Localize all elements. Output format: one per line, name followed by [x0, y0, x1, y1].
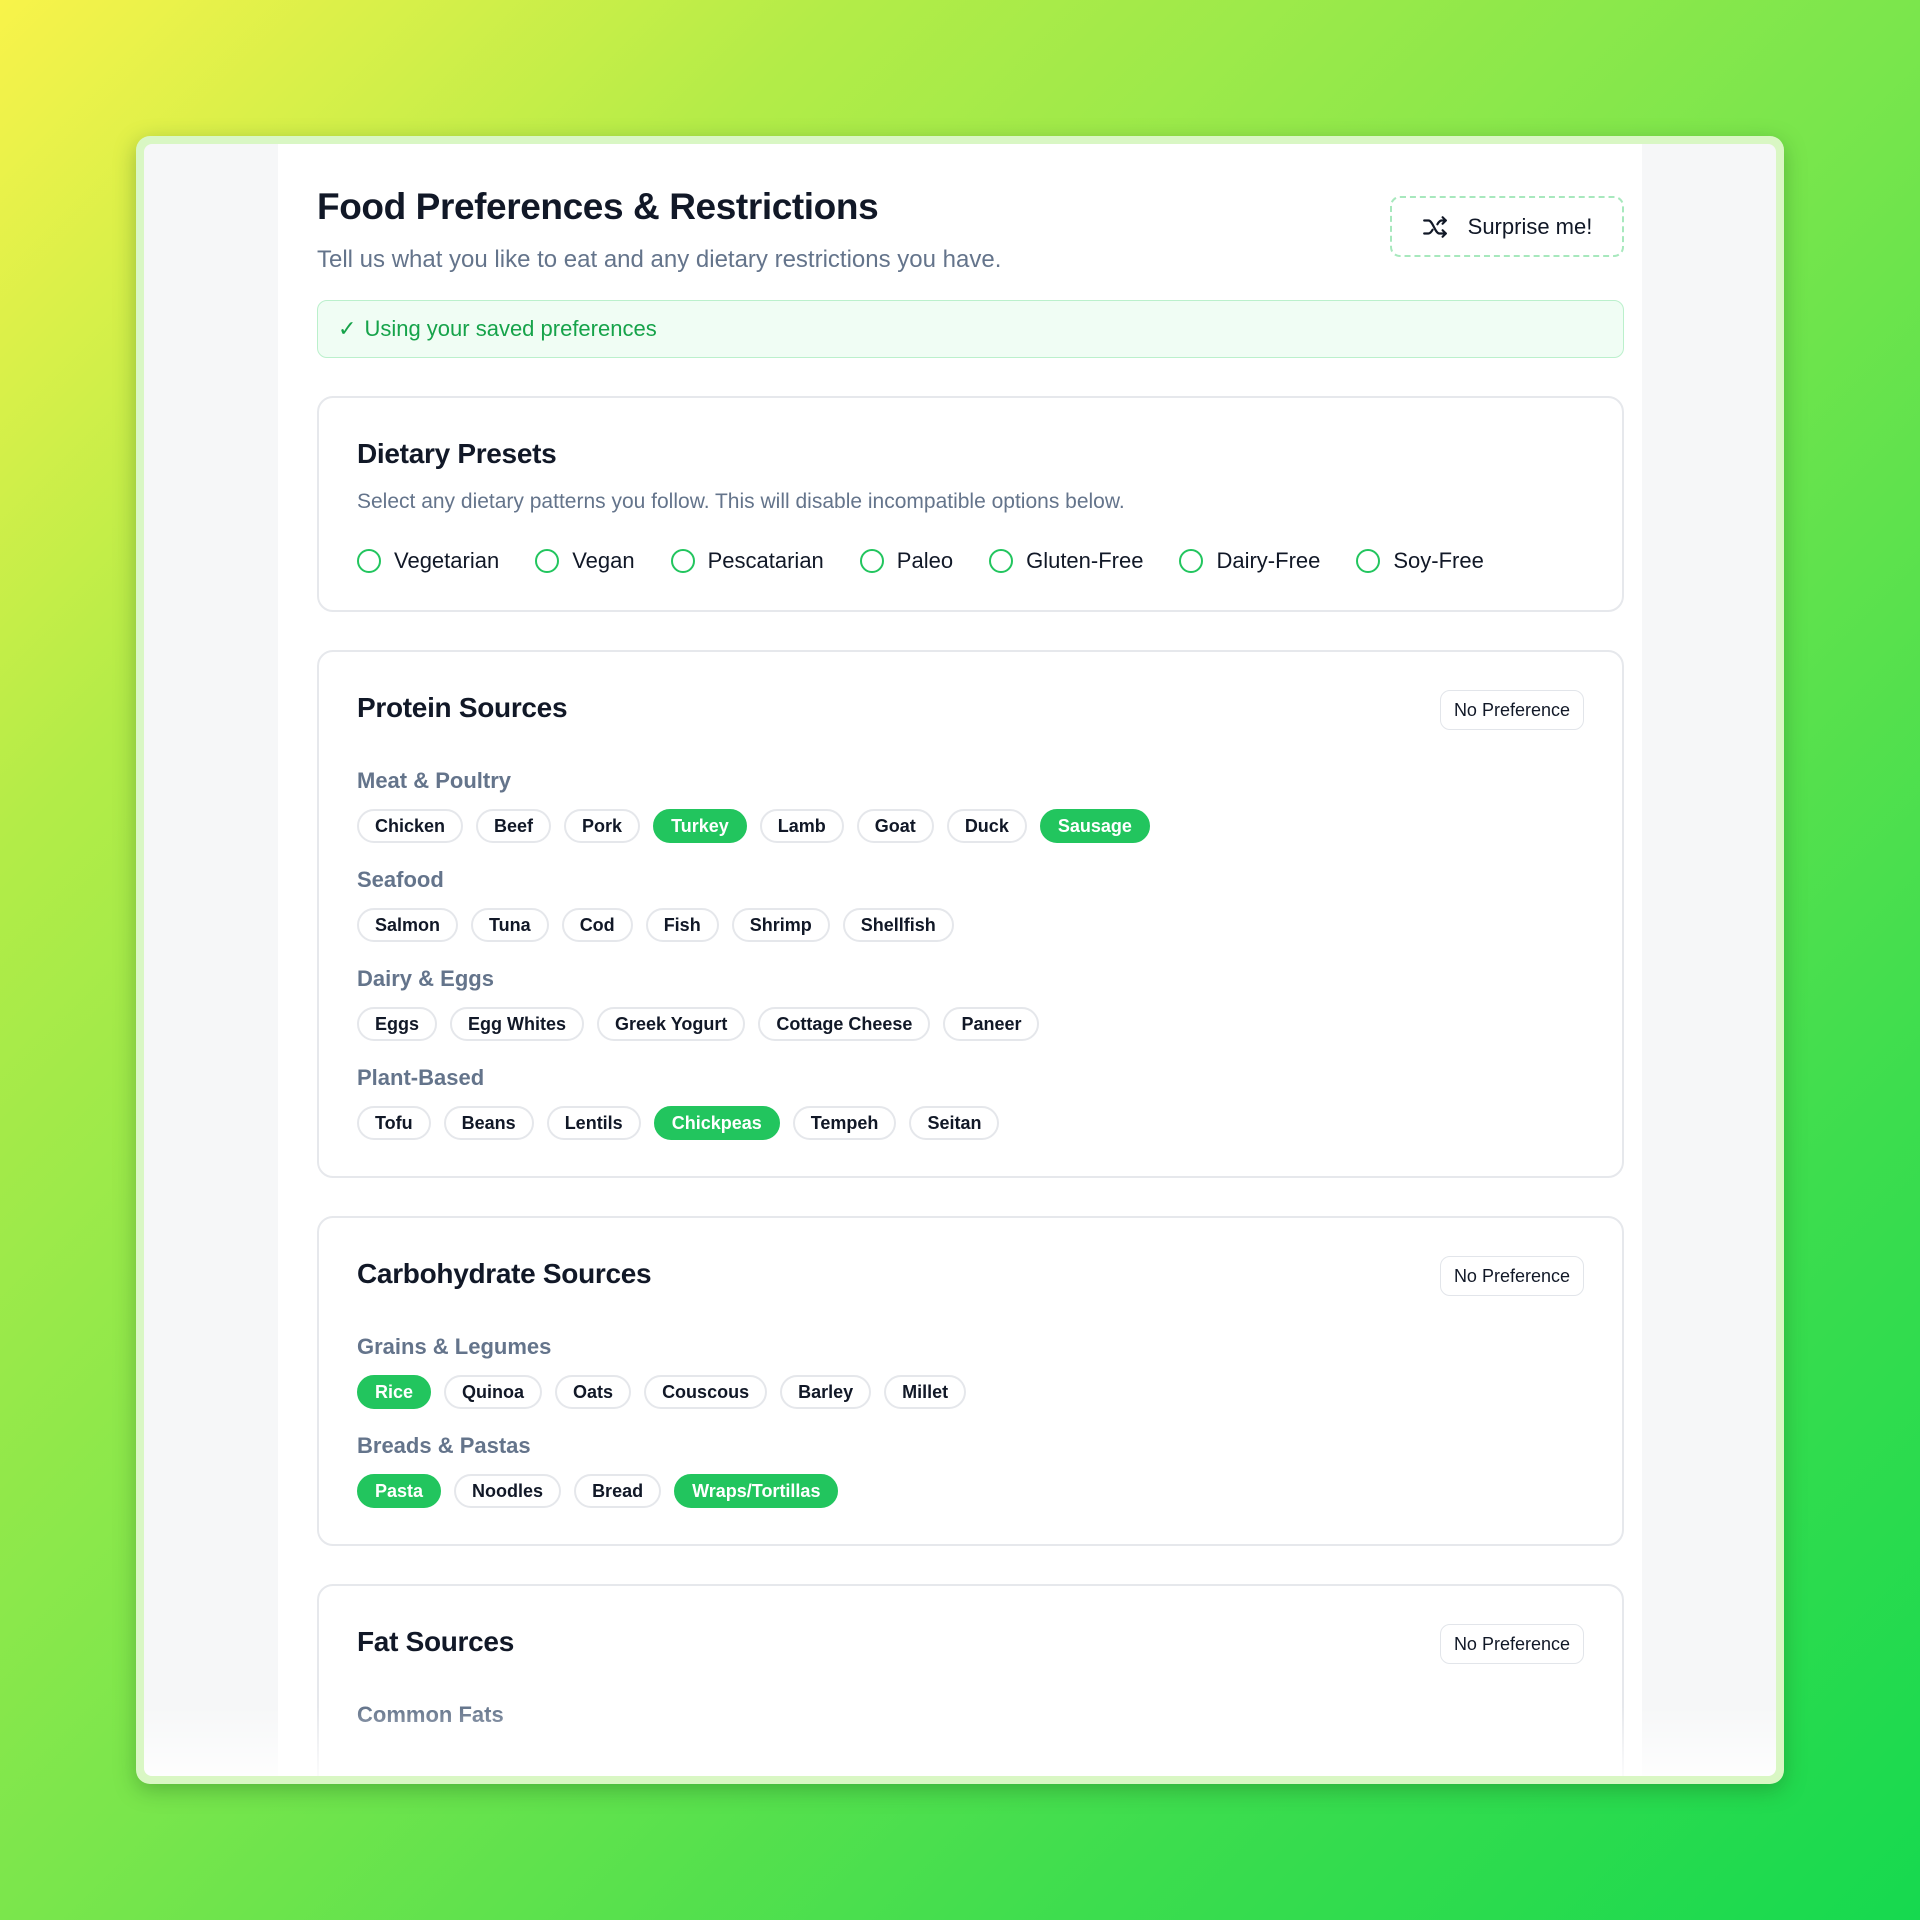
food-chip[interactable]: Wraps/Tortillas	[674, 1474, 839, 1508]
browser-window: Food Preferences & Restrictions Tell us …	[136, 136, 1784, 1784]
surprise-me-label: Surprise me!	[1467, 213, 1593, 239]
radio-button[interactable]	[1179, 549, 1204, 573]
preset-label: Pescatarian	[707, 548, 824, 573]
food-chip[interactable]: Quinoa	[444, 1375, 543, 1409]
food-chip[interactable]: Bread	[574, 1474, 662, 1508]
chip-groups: Meat & Poultry Chicken Beef Pork Turkey Lamb G…	[357, 768, 1584, 1140]
food-chip[interactable]: Tofu	[357, 1106, 431, 1140]
radio-button[interactable]	[859, 549, 884, 573]
card-description: Select any dietary patterns you follow. …	[357, 490, 1125, 513]
chip-list: Eggs Egg Whites Greek Yogurt Cottage Cheese…	[357, 1007, 1584, 1041]
saved-preferences-banner: ✓ Using your saved preferences	[317, 300, 1624, 358]
banner-text: Using your saved preferences	[364, 316, 657, 341]
food-chip[interactable]: Salmon	[357, 908, 459, 942]
food-chip[interactable]: Lamb	[759, 809, 844, 843]
card-title: Carbohydrate Sources	[357, 1258, 652, 1289]
group-label: Seafood	[357, 867, 444, 892]
food-chip[interactable]: Tuna	[471, 908, 549, 942]
food-chip[interactable]: Sausage	[1039, 809, 1150, 843]
food-chip[interactable]: Seitan	[909, 1106, 1000, 1140]
preset-paleo[interactable]: Paleo	[859, 548, 954, 574]
radio-button[interactable]	[1356, 549, 1381, 573]
preset-label: Vegan	[572, 548, 635, 573]
food-chip[interactable]: Lentils	[546, 1106, 641, 1140]
card-title: Fat Sources	[357, 1626, 514, 1657]
page-header: Food Preferences & Restrictions Tell us …	[317, 144, 1624, 300]
shuffle-icon	[1422, 215, 1447, 238]
fat-sources-card: Fat Sources No Preference Common Fats	[317, 1584, 1624, 1776]
group-label: Breads & Pastas	[357, 1433, 531, 1458]
preset-label: Gluten-Free	[1026, 548, 1144, 573]
chip-groups: Common Fats	[357, 1702, 1584, 1743]
preset-dairy-free[interactable]: Dairy-Free	[1179, 548, 1320, 574]
group-label: Plant-Based	[357, 1065, 485, 1090]
food-chip[interactable]: Cottage Cheese	[758, 1007, 931, 1041]
radio-button[interactable]	[989, 549, 1014, 573]
preset-pescatarian[interactable]: Pescatarian	[670, 548, 824, 574]
food-chip[interactable]: Rice	[357, 1375, 432, 1409]
chip-list: Pasta Noodles Bread Wraps/Tortillas	[357, 1474, 1584, 1508]
food-chip[interactable]: Paneer	[943, 1007, 1040, 1041]
food-chip[interactable]: Couscous	[644, 1375, 768, 1409]
food-chip[interactable]: Millet	[884, 1375, 967, 1409]
page-viewport[interactable]: Food Preferences & Restrictions Tell us …	[144, 144, 1776, 1776]
group-label: Common Fats	[357, 1702, 504, 1727]
no-preference-button[interactable]: No Preference	[1439, 1256, 1584, 1296]
food-chip[interactable]: Egg Whites	[450, 1007, 585, 1041]
food-chip[interactable]: Duck	[946, 809, 1027, 843]
food-chip[interactable]: Chickpeas	[653, 1106, 780, 1140]
protein-sources-card: Protein Sources No Preference Meat & Pou…	[317, 650, 1624, 1178]
card-title: Dietary Presets	[357, 438, 557, 469]
food-chip[interactable]: Beef	[476, 809, 552, 843]
food-chip[interactable]: Goat	[856, 809, 934, 843]
food-chip[interactable]: Tempeh	[792, 1106, 897, 1140]
preset-vegetarian[interactable]: Vegetarian	[357, 548, 499, 574]
food-chip[interactable]: Turkey	[653, 809, 747, 843]
food-chip[interactable]: Shrimp	[731, 908, 830, 942]
food-chip[interactable]: Greek Yogurt	[597, 1007, 746, 1041]
food-chip[interactable]: Cod	[561, 908, 633, 942]
surprise-me-button[interactable]: Surprise me!	[1390, 196, 1624, 257]
food-chip[interactable]: Shellfish	[842, 908, 954, 942]
food-chip[interactable]: Chicken	[357, 809, 464, 843]
preset-label: Soy-Free	[1393, 548, 1484, 573]
group-label: Grains & Legumes	[357, 1334, 552, 1359]
radio-button[interactable]	[670, 549, 695, 573]
food-chip[interactable]: Pork	[564, 809, 641, 843]
food-chip[interactable]: Barley	[780, 1375, 872, 1409]
chip-list: Rice Quinoa Oats Couscous Barley Millet	[357, 1375, 1584, 1409]
dietary-presets-card: Dietary Presets Select any dietary patte…	[317, 396, 1624, 612]
preset-options: Vegetarian Vegan Pescatarian Paleo Glute…	[357, 548, 1584, 574]
preset-gluten-free[interactable]: Gluten-Free	[989, 548, 1143, 574]
main-content: Food Preferences & Restrictions Tell us …	[317, 144, 1624, 1776]
no-preference-button[interactable]: No Preference	[1439, 690, 1584, 730]
preset-vegan[interactable]: Vegan	[535, 548, 635, 574]
radio-button[interactable]	[535, 549, 560, 573]
food-chip[interactable]: Oats	[555, 1375, 632, 1409]
chip-list: Tofu Beans Lentils Chickpeas Tempeh Seitan	[357, 1106, 1584, 1140]
food-chip[interactable]: Fish	[645, 908, 719, 942]
check-icon: ✓	[338, 316, 357, 341]
preset-label: Vegetarian	[394, 548, 500, 573]
no-preference-button[interactable]: No Preference	[1439, 1624, 1584, 1664]
food-chip[interactable]: Eggs	[357, 1007, 438, 1041]
card-title: Protein Sources	[357, 692, 568, 723]
carbohydrate-sources-card: Carbohydrate Sources No Preference Grain…	[317, 1216, 1624, 1546]
group-label: Meat & Poultry	[357, 768, 512, 793]
chip-list: Chicken Beef Pork Turkey Lamb Goat Duck Sausage	[357, 809, 1584, 843]
food-chip[interactable]: Pasta	[357, 1474, 442, 1508]
chip-groups: Grains & Legumes Rice Quinoa Oats Couscous Ba…	[357, 1334, 1584, 1508]
food-chip[interactable]: Beans	[443, 1106, 534, 1140]
preset-label: Paleo	[896, 548, 954, 573]
radio-button[interactable]	[357, 549, 381, 573]
chip-list: Salmon Tuna Cod Fish Shrimp Shellfish	[357, 908, 1584, 942]
group-label: Dairy & Eggs	[357, 966, 494, 991]
preset-soy-free[interactable]: Soy-Free	[1356, 548, 1484, 574]
preset-label: Dairy-Free	[1216, 548, 1321, 573]
food-chip[interactable]: Noodles	[454, 1474, 562, 1508]
